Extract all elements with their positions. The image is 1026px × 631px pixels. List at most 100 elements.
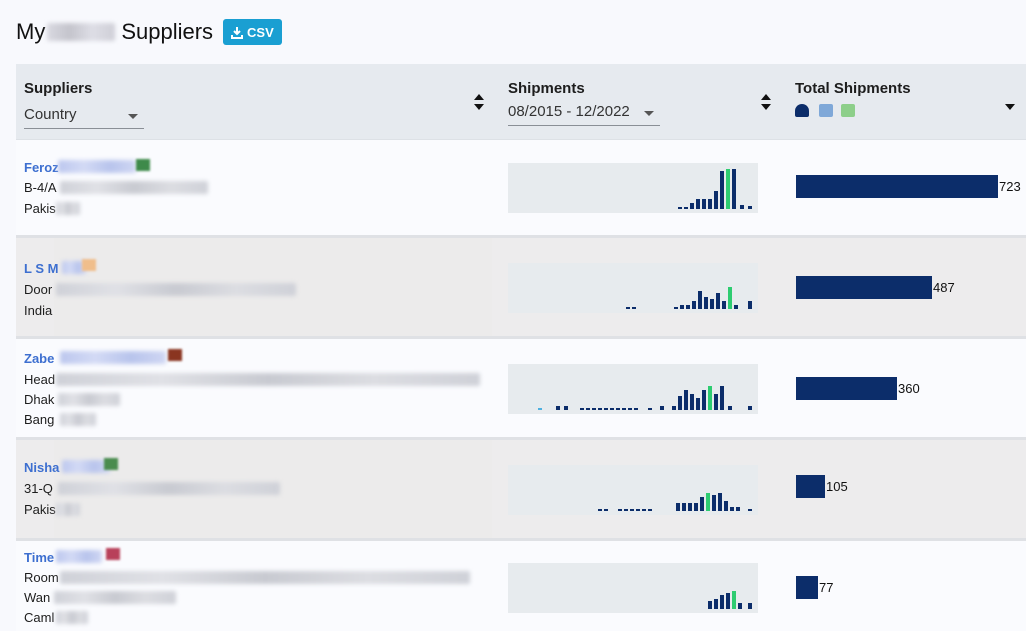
redacted-text — [58, 393, 120, 406]
sparkline-bar — [732, 169, 736, 209]
sparkline-bar — [598, 408, 602, 410]
city-line: Dhak — [24, 392, 55, 407]
address-line: B-4/A — [24, 180, 57, 195]
sparkline-bar — [736, 507, 740, 511]
redacted-text — [60, 571, 470, 584]
sparkline-bar — [626, 307, 630, 309]
redacted-text — [56, 503, 80, 516]
flag-icon — [82, 259, 96, 271]
sparkline-bar — [714, 394, 718, 410]
supplier-name-link[interactable]: L S M — [24, 261, 58, 276]
sparkline-bar — [610, 408, 614, 410]
sparkline-bar — [648, 408, 652, 410]
sparkline-bar — [678, 396, 682, 410]
sort-shipments-icon[interactable] — [761, 94, 771, 110]
redacted-text — [60, 181, 208, 194]
sparkline-bar — [698, 291, 702, 309]
total-shipments-value: 723 — [999, 179, 1021, 194]
sparkline-bar — [642, 509, 646, 511]
sparkline-bar — [740, 205, 744, 209]
total-shipments-bar — [796, 377, 897, 400]
sparkline-bar — [720, 171, 724, 209]
sparkline-bar — [706, 493, 710, 511]
supplier-name-link[interactable]: Zabe — [24, 351, 54, 366]
country-line: Pakis — [24, 502, 56, 517]
supplier-name-link[interactable]: Feroz — [24, 160, 59, 175]
sparkline-bar — [702, 199, 706, 209]
address-line: Door — [24, 282, 53, 297]
address-line: Head — [24, 372, 56, 387]
sparkline-bar — [634, 408, 638, 410]
page-title: My Suppliers CSV — [16, 16, 282, 48]
country-line: Caml — [24, 610, 55, 625]
sparkline-bar — [696, 199, 700, 209]
sort-desc-icon[interactable] — [1005, 104, 1015, 110]
sparkline-bar — [748, 603, 752, 609]
csv-download-button[interactable]: CSV — [223, 19, 282, 45]
ship-icon[interactable] — [795, 104, 809, 117]
sparkline-bar — [714, 599, 718, 609]
country-line: Pakis — [24, 201, 56, 216]
total-shipments-value: 105 — [826, 479, 848, 494]
redacted-text — [62, 460, 110, 473]
sparkline-bar — [738, 603, 742, 609]
total-shipments-column-header[interactable]: Total Shipments — [795, 80, 911, 97]
sort-suppliers-icon[interactable] — [474, 94, 484, 110]
sparkline-bar — [708, 386, 712, 410]
sparkline-bar — [586, 408, 590, 410]
supplier-name-link[interactable]: Time — [24, 550, 54, 565]
address-line: 31-Q — [24, 481, 53, 496]
sparkline-bar — [580, 408, 584, 410]
table-row[interactable]: Time Room Wan Caml 77 — [16, 541, 1026, 631]
chevron-down-icon — [644, 111, 654, 116]
table-header: Suppliers Country Shipments 08/2015 - 12… — [16, 64, 1026, 140]
box-icon[interactable] — [841, 104, 855, 117]
redacted-company-name — [47, 23, 116, 41]
flag-icon — [136, 159, 150, 171]
sparkline-bar — [724, 501, 728, 511]
total-shipments-value: 360 — [898, 381, 920, 396]
sparkline-bar — [556, 406, 560, 410]
sparkline-bar — [624, 509, 628, 511]
redacted-text — [58, 482, 280, 495]
shipments-column-header[interactable]: Shipments — [508, 80, 585, 97]
sparkline-bar — [630, 509, 634, 511]
bag-icon[interactable] — [819, 104, 833, 117]
sparkline-bar — [718, 493, 722, 511]
redacted-text — [56, 373, 480, 386]
sparkline-bar — [648, 509, 652, 511]
table-row[interactable]: Feroz B-4/A Pakis 723 — [16, 140, 1026, 235]
city-line: Wan — [24, 590, 51, 605]
sparkline-bar — [616, 408, 620, 410]
sparkline-bar — [748, 206, 752, 209]
suppliers-column-header[interactable]: Suppliers — [24, 80, 92, 97]
sparkline-bar — [636, 509, 640, 511]
sparkline-bar — [694, 503, 698, 511]
supplier-name-link[interactable]: Nisha — [24, 460, 59, 475]
sparkline-bar — [604, 509, 608, 511]
sparkline-bar — [690, 394, 694, 410]
sparkline-bar — [710, 299, 714, 309]
sparkline-bar — [622, 408, 626, 410]
country-line: India — [24, 303, 53, 318]
csv-label: CSV — [247, 24, 274, 40]
table-row[interactable]: Nisha 31-Q Pakis 105 — [16, 440, 1026, 538]
sparkline-bar — [748, 301, 752, 309]
sparkline-bar — [720, 595, 724, 609]
date-range-select[interactable]: 08/2015 - 12/2022 — [508, 103, 660, 126]
sparkline-bar — [704, 297, 708, 309]
sparkline-bar — [714, 191, 718, 209]
country-filter-select[interactable]: Country — [24, 106, 144, 129]
title-suffix: Suppliers — [121, 19, 214, 44]
shipments-sparkline — [508, 465, 758, 515]
sparkline-bar — [674, 307, 678, 309]
shipments-sparkline — [508, 364, 758, 414]
sparkline-bar — [628, 408, 632, 410]
download-icon — [231, 26, 244, 39]
sparkline-bar — [712, 495, 716, 511]
table-row[interactable]: L S M Door India 487 — [16, 238, 1026, 336]
redacted-text — [56, 611, 88, 624]
shipments-sparkline — [508, 263, 758, 313]
redacted-text — [56, 283, 296, 296]
table-row[interactable]: Zabe Head Dhak Bang 360 — [16, 339, 1026, 437]
